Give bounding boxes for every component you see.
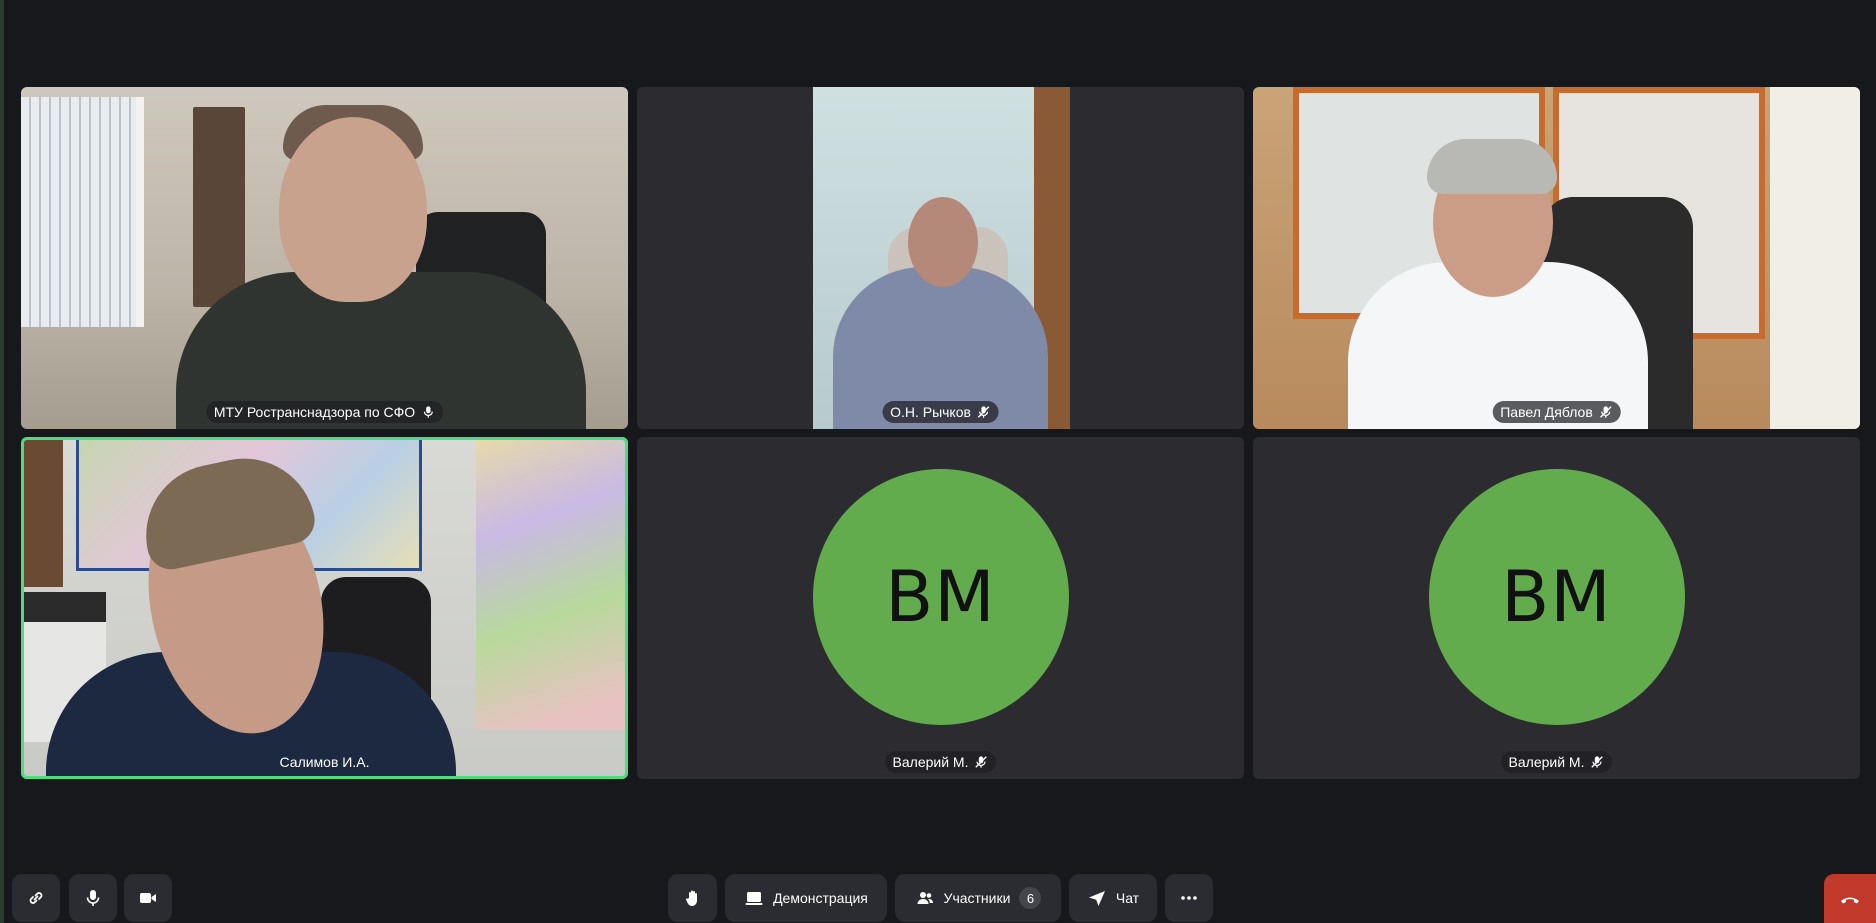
participant-name: МТУ Ространснадзора по СФО (213, 404, 416, 420)
microphone-muted-icon (978, 406, 990, 418)
participant-tile[interactable]: ВМ Валерий М. (637, 437, 1244, 779)
participant-name-badge: О.Н. Рычков (882, 401, 999, 423)
participant-tile-active-speaker[interactable]: Салимов И.А. (21, 437, 628, 779)
microphone-muted-icon (1591, 756, 1604, 768)
chat-label: Чат (1115, 890, 1140, 906)
call-toolbar: Демонстрация Участники 6 Чат (0, 874, 1876, 922)
chat-button[interactable]: Чат (1069, 874, 1157, 922)
participant-name-badge: МТУ Ространснадзора по СФО (205, 401, 444, 423)
participant-avatar: ВМ (1428, 469, 1685, 725)
participant-tile[interactable]: ВМ Валерий М. (1253, 437, 1860, 779)
screen-share-icon (745, 892, 763, 905)
camera-icon (140, 893, 156, 903)
participant-tile[interactable]: Павел Дяблов (1253, 87, 1860, 429)
participants-button[interactable]: Участники 6 (895, 874, 1061, 922)
send-icon (1088, 891, 1105, 906)
participants-label: Участники (943, 890, 1011, 906)
microphone-muted-icon (1600, 406, 1612, 418)
end-call-button[interactable] (1824, 874, 1876, 923)
copy-link-button[interactable] (12, 874, 60, 922)
more-icon (1181, 896, 1197, 900)
participant-video (1253, 87, 1860, 429)
participant-tile[interactable]: О.Н. Рычков (637, 87, 1244, 429)
microphone-icon (86, 890, 100, 906)
conference-window: МТУ Ространснадзора по СФО О.Н. Рычков П… (0, 0, 1876, 923)
screen-share-button[interactable]: Демонстрация (725, 874, 887, 922)
hand-icon (685, 890, 697, 906)
camera-toggle-button[interactable] (124, 874, 172, 922)
participant-name: О.Н. Рычков (890, 404, 971, 420)
raise-hand-button[interactable] (668, 874, 717, 922)
participant-tile[interactable]: МТУ Ространснадзора по СФО (21, 87, 628, 429)
participant-avatar: ВМ (812, 469, 1069, 725)
phone-hangup-icon (1841, 897, 1859, 903)
participant-video (21, 87, 628, 429)
microphone-icon (423, 406, 433, 418)
participant-video (813, 87, 1070, 429)
participant-name-badge: Валерий М. (1500, 751, 1613, 773)
participant-video (21, 437, 628, 779)
participant-name: Салимов И.А. (279, 754, 370, 770)
more-options-button[interactable] (1165, 874, 1213, 922)
participant-name: Павел Дяблов (1500, 404, 1593, 420)
video-grid: МТУ Ространснадзора по СФО О.Н. Рычков П… (21, 87, 1862, 779)
microphone-muted-icon (975, 756, 988, 768)
participant-name: Валерий М. (892, 754, 969, 770)
participant-name-badge: Салимов И.А. (272, 751, 378, 773)
microphone-toggle-button[interactable] (69, 874, 117, 922)
link-icon (29, 892, 43, 904)
window-edge (0, 0, 4, 923)
participant-name-badge: Павел Дяблов (1492, 401, 1621, 423)
participants-icon (917, 892, 933, 904)
participant-name-badge: Валерий М. (884, 751, 997, 773)
participant-name: Валерий М. (1508, 754, 1585, 770)
participants-count: 6 (1019, 887, 1042, 909)
screen-share-label: Демонстрация (773, 890, 868, 906)
